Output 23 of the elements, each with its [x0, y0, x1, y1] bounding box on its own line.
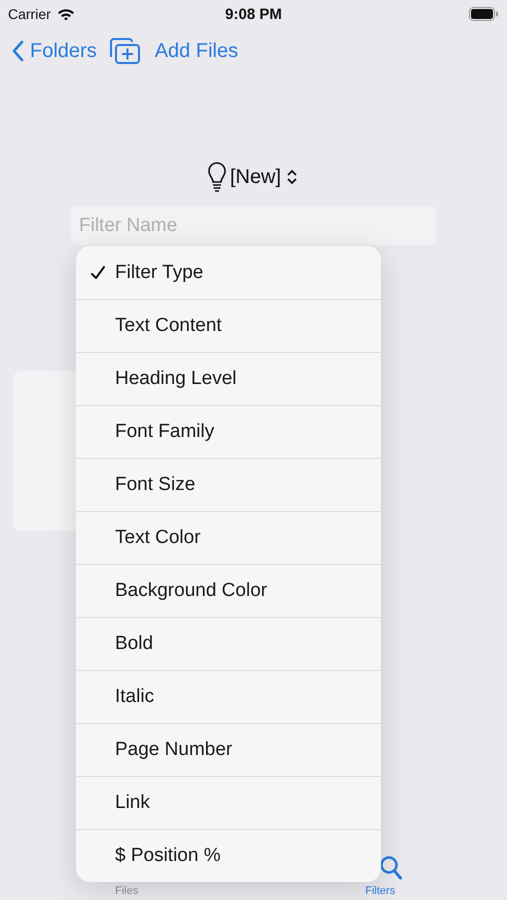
filter-title: [New]	[230, 166, 282, 188]
lightbulb-icon	[208, 162, 226, 192]
menu-item[interactable]: Page Number	[76, 723, 381, 776]
menu-item[interactable]: Background Color	[76, 564, 381, 617]
menu-item[interactable]: Font Size	[76, 458, 381, 511]
clock-time: 9:08 PM	[225, 6, 282, 22]
menu-item[interactable]: Filter Type	[76, 246, 381, 299]
menu-item[interactable]: Text Content	[76, 299, 381, 352]
menu-item[interactable]: Link	[76, 776, 381, 829]
carrier-label: Carrier	[8, 6, 51, 22]
menu-item[interactable]: Font Family	[76, 405, 381, 458]
menu-item[interactable]: Text Color	[76, 511, 381, 564]
checkmark-icon	[90, 264, 106, 280]
battery-icon	[469, 7, 499, 21]
menu-item[interactable]: $ Position %	[76, 829, 381, 882]
back-chevron-icon	[12, 40, 24, 62]
menu-item[interactable]: Heading Level	[76, 352, 381, 405]
menu-item[interactable]: Bold	[76, 617, 381, 670]
filter-name-field[interactable]: Filter Name	[71, 206, 436, 245]
wifi-icon	[56, 8, 75, 20]
search-icon	[380, 856, 402, 880]
chevron-up-down-icon[interactable]	[285, 168, 300, 186]
menu-item[interactable]: Italic	[76, 670, 381, 723]
